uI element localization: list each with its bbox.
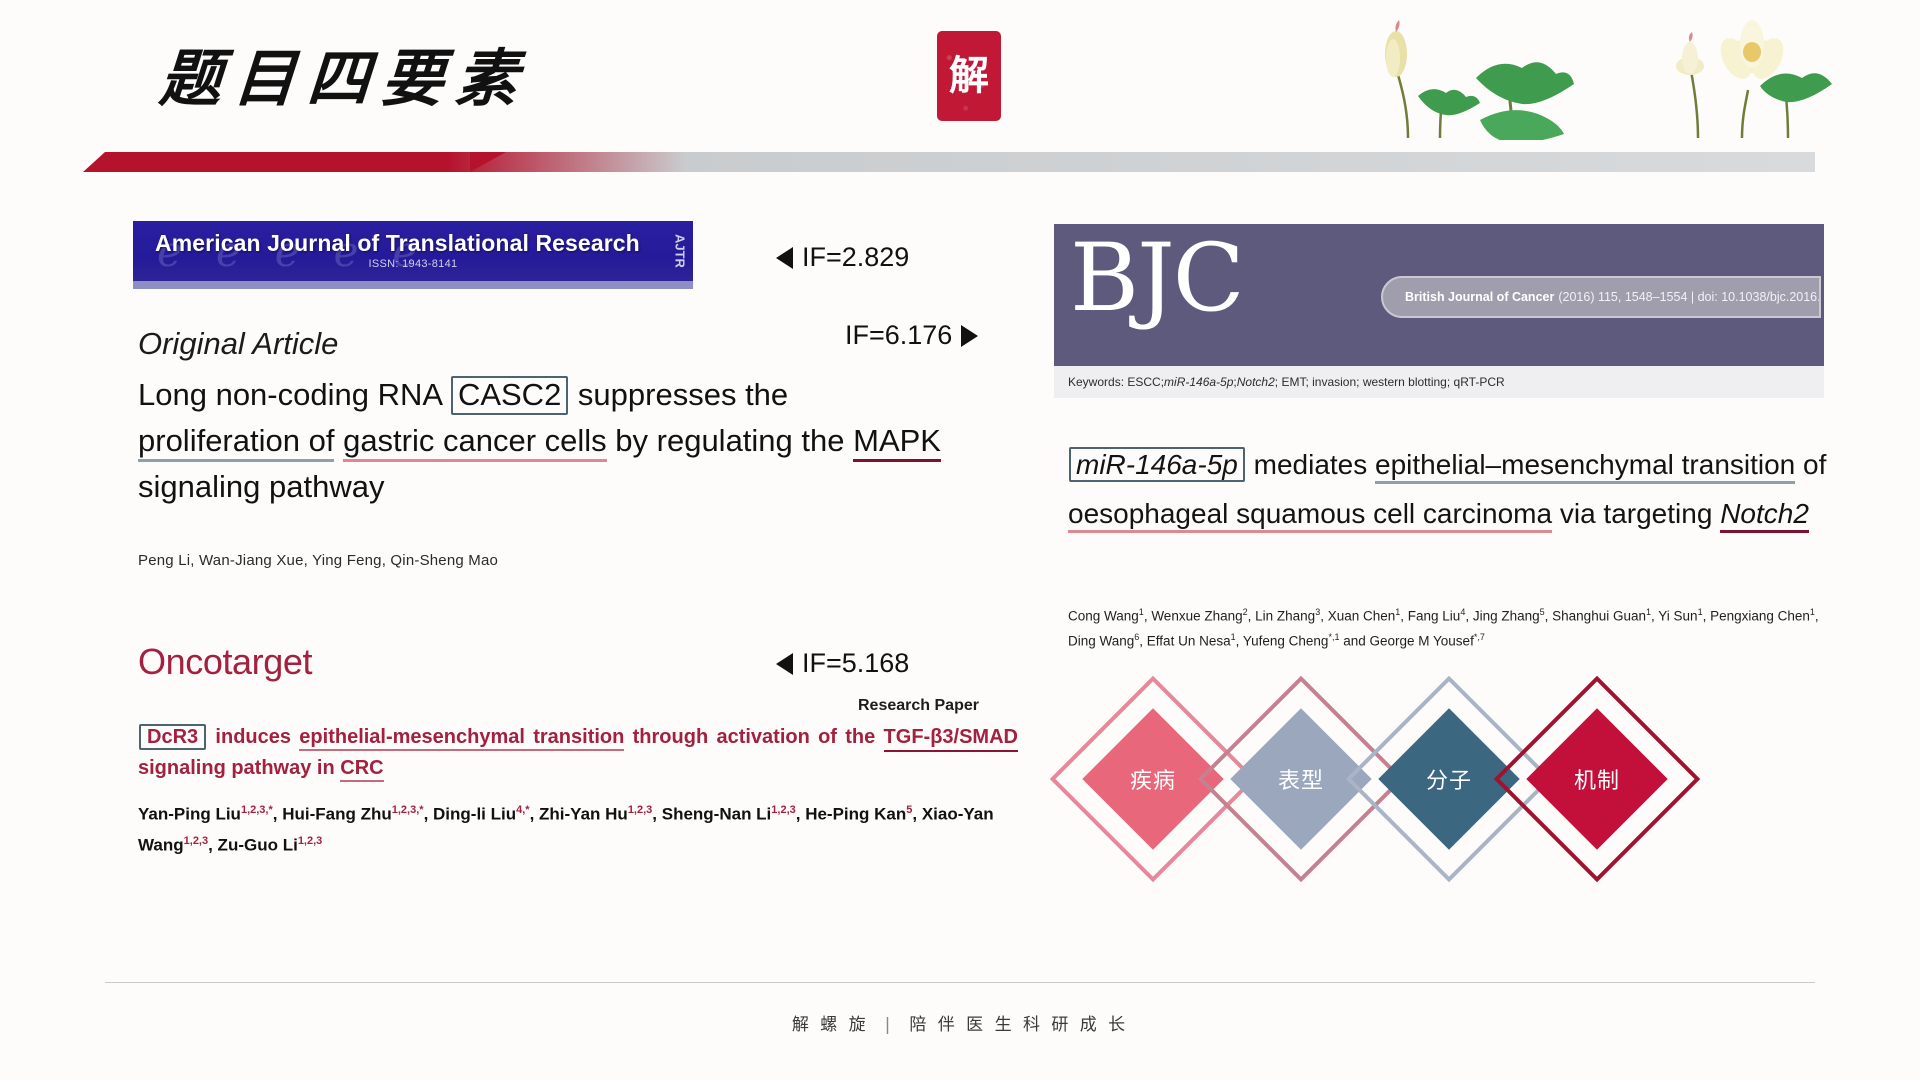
oncotarget-logo: Oncotarget [138, 641, 313, 682]
ajtr-article-type: Original Article [138, 326, 339, 361]
seal-character: 解 [949, 52, 989, 99]
ajtr-title-part1: Long non-coding RNA [138, 377, 450, 412]
bjc-title-part1: mediates [1245, 449, 1376, 480]
seal-stamp-icon: 解 [936, 30, 1002, 122]
arrow-left-icon-2 [776, 652, 793, 675]
footer-divider [105, 982, 1815, 983]
ajtr-title-underline-gray: proliferation of [138, 423, 335, 462]
slide-canvas: 题目四要素 解 e e e e e American Journal of Tr… [0, 0, 1920, 1080]
ajtr-title-part2: suppresses the [569, 377, 789, 412]
bjc-journal-banner: BJC British Journal of Cancer (2016) 115,… [1054, 224, 1824, 366]
diamond-label-3: 机制 [1573, 768, 1621, 794]
oncotarget-section-label: Research Paper [858, 697, 979, 714]
impact-factor-bjc-value: IF=6.176 [845, 320, 953, 350]
bjc-title-underline-gray: epithelial–mesenchymal transition [1375, 449, 1796, 484]
footer-tagline: 陪 伴 医 生 科 研 成 长 [909, 1015, 1129, 1035]
ajtr-authors: Peng Li, Wan-Jiang Xue, Ying Feng, Qin-S… [138, 552, 499, 569]
impact-factor-oncotarget-value: IF=5.168 [802, 648, 910, 678]
ajtr-title-part5: signaling pathway [138, 469, 385, 504]
bjc-citation-details: (2016) 115, 1548–1554 | doi: 10.1038/bjc… [1558, 290, 1821, 304]
arrow-left-icon [776, 246, 793, 269]
ajtr-journal-banner: eeeee American Journal of Translational … [133, 221, 693, 281]
diamond-label-2: 分子 [1425, 768, 1473, 794]
bjc-title-part2: of [1795, 449, 1827, 480]
bjc-title-keyword-box: miR-146a-5p [1069, 447, 1245, 483]
diamond-label-1: 表型 [1277, 768, 1325, 794]
bjc-citation: British Journal of Cancer (2016) 115, 154… [1381, 276, 1821, 318]
ajtr-title-underline-pink: gastric cancer cells [343, 423, 607, 462]
oncotarget-title-underline-rose: epithelial-mesenchymal transition [299, 726, 625, 751]
ajtr-side-tab: AJTR [672, 234, 688, 268]
bjc-authors: Cong Wang1, Wenxue Zhang2, Lin Zhang3, X… [1068, 607, 1819, 648]
oncotarget-title-part2: through activation of the [624, 726, 884, 748]
bjc-title-underline-maroon: Notch2 [1720, 498, 1809, 533]
oncotarget-authors: Yan-Ping Liu1,2,3,*, Hui-Fang Zhu1,2,3,*… [138, 804, 994, 855]
ajtr-title-part3 [334, 423, 343, 458]
oncotarget-title-part1: induces [207, 726, 300, 748]
bjc-logo: BJC [1070, 224, 1245, 333]
bjc-title-part3: via targeting [1552, 498, 1721, 529]
oncotarget-title-part3: signaling pathway in [138, 757, 341, 779]
ajtr-article-title: Long non-coding RNA CASC2 suppresses the… [138, 372, 958, 510]
impact-factor-bjc: IF=6.176 [845, 320, 979, 351]
bjc-citation-journal: British Journal of Cancer [1405, 290, 1555, 304]
oncotarget-title-keyword-box: DcR3 [139, 724, 207, 751]
ajtr-title-underline-maroon: MAPK [853, 423, 941, 462]
four-elements-diagram: 疾病 表型 分子 机制 [1049, 672, 1858, 902]
oncotarget-title-underline-rose2: CRC [340, 757, 384, 782]
oncotarget-article-title: DcR3 induces epithelial-mesenchymal tran… [138, 722, 1018, 784]
page-title: 题目四要素 [157, 42, 533, 115]
footer: 解 螺 旋 | 陪 伴 医 生 科 研 成 长 [0, 1010, 1920, 1035]
arrow-right-icon [961, 324, 979, 347]
bjc-article-title: miR-146a-5p mediates epithelial–mesenchy… [1068, 440, 1828, 538]
bjc-keywords: Keywords: ESCC; miR-146a-5p; Notch2; EMT… [1054, 366, 1824, 398]
bjc-title-underline-pink: oesophageal squamous cell carcinoma [1068, 498, 1553, 533]
ajtr-title-keyword-box: CASC2 [450, 376, 569, 415]
ajtr-title-part4: by regulating the [606, 423, 854, 458]
header-accent-wedge [470, 152, 506, 172]
oncotarget-title-underline-maroon: TGF-β3/SMAD [883, 726, 1018, 752]
impact-factor-ajtr-value: IF=2.829 [802, 242, 910, 272]
header-accent-bar [83, 152, 1815, 172]
ajtr-issn: ISSN: 1943-8141 [368, 258, 458, 270]
diamond-item: 机制 [1493, 672, 1701, 902]
diamond-label-0: 疾病 [1129, 768, 1177, 794]
impact-factor-oncotarget: IF=5.168 [776, 648, 909, 679]
impact-factor-ajtr: IF=2.829 [776, 242, 909, 273]
lotus-decoration [1385, 20, 1832, 140]
footer-separator: | [884, 1015, 894, 1035]
ajtr-journal-name: American Journal of Translational Resear… [155, 230, 640, 256]
ajtr-banner-underbar [133, 281, 693, 289]
footer-brand: 解 螺 旋 [791, 1015, 869, 1035]
